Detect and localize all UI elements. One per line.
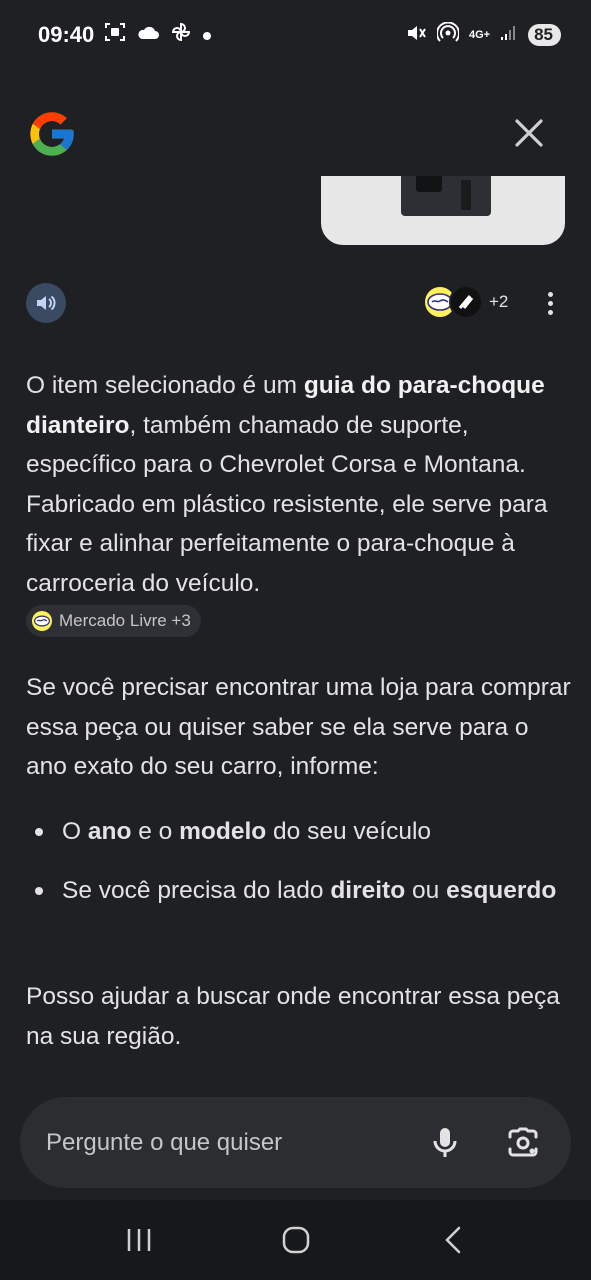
product-image-card[interactable]	[321, 176, 565, 245]
status-bar: 09:40 4G+ 85	[0, 0, 591, 70]
recent-apps-button[interactable]	[109, 1210, 169, 1270]
read-aloud-button[interactable]	[26, 283, 66, 323]
pinwheel-icon	[170, 21, 192, 49]
list-item: O ano e o modelo do seu veículo	[26, 812, 566, 852]
answer-bullet-list: O ano e o modelo do seu veículo Se você …	[26, 812, 566, 910]
image-detail	[461, 180, 471, 210]
back-button[interactable]	[423, 1210, 483, 1270]
microphone-icon	[433, 1127, 457, 1157]
kebab-dot-icon	[547, 291, 553, 297]
speaker-icon	[37, 295, 56, 311]
source-chip[interactable]: Mercado Livre +3	[26, 605, 201, 637]
google-g-icon	[26, 108, 78, 160]
answer-paragraph-3: Posso ajudar a buscar onde encontrar ess…	[26, 983, 560, 1050]
notification-dot-icon	[202, 24, 212, 47]
sources-button[interactable]: +2	[423, 284, 508, 320]
kebab-dot-icon	[547, 300, 553, 306]
back-chevron-icon	[444, 1226, 460, 1254]
network-type: 4G+	[468, 29, 491, 41]
screenshot-icon	[104, 21, 126, 49]
close-icon	[515, 119, 543, 147]
google-lens-icon	[508, 1127, 538, 1156]
recent-apps-icon	[127, 1229, 150, 1251]
battery-indicator: 85	[528, 24, 561, 46]
home-button[interactable]	[266, 1210, 326, 1270]
hotspot-icon	[435, 21, 460, 49]
system-navigation-bar	[0, 1200, 591, 1280]
bumper-guide-image	[401, 176, 491, 216]
answer-paragraph-2: Se você precisar encontrar uma loja para…	[26, 674, 571, 780]
image-detail	[416, 176, 442, 192]
mercado-livre-icon	[32, 611, 52, 631]
cloud-icon	[136, 23, 160, 47]
list-item: Se você precisa do lado direito ou esque…	[26, 871, 566, 911]
status-time: 09:40	[38, 22, 95, 47]
more-options-button[interactable]	[536, 288, 564, 318]
sources-more-count: +2	[489, 292, 509, 311]
prompt-bar	[20, 1097, 571, 1188]
signal-icon	[500, 25, 518, 46]
kebab-dot-icon	[547, 309, 553, 315]
mute-icon	[405, 22, 427, 49]
home-icon	[282, 1226, 309, 1254]
source-avatar-icon	[449, 285, 483, 319]
close-button[interactable]	[508, 112, 550, 154]
source-chip-label: Mercado Livre +3	[59, 611, 191, 630]
prompt-input[interactable]	[46, 1128, 423, 1157]
answer-paragraph-1: O item selecionado é um guia do para-cho…	[26, 366, 566, 637]
camera-search-button[interactable]	[501, 1121, 545, 1165]
voice-input-button[interactable]	[423, 1121, 467, 1165]
